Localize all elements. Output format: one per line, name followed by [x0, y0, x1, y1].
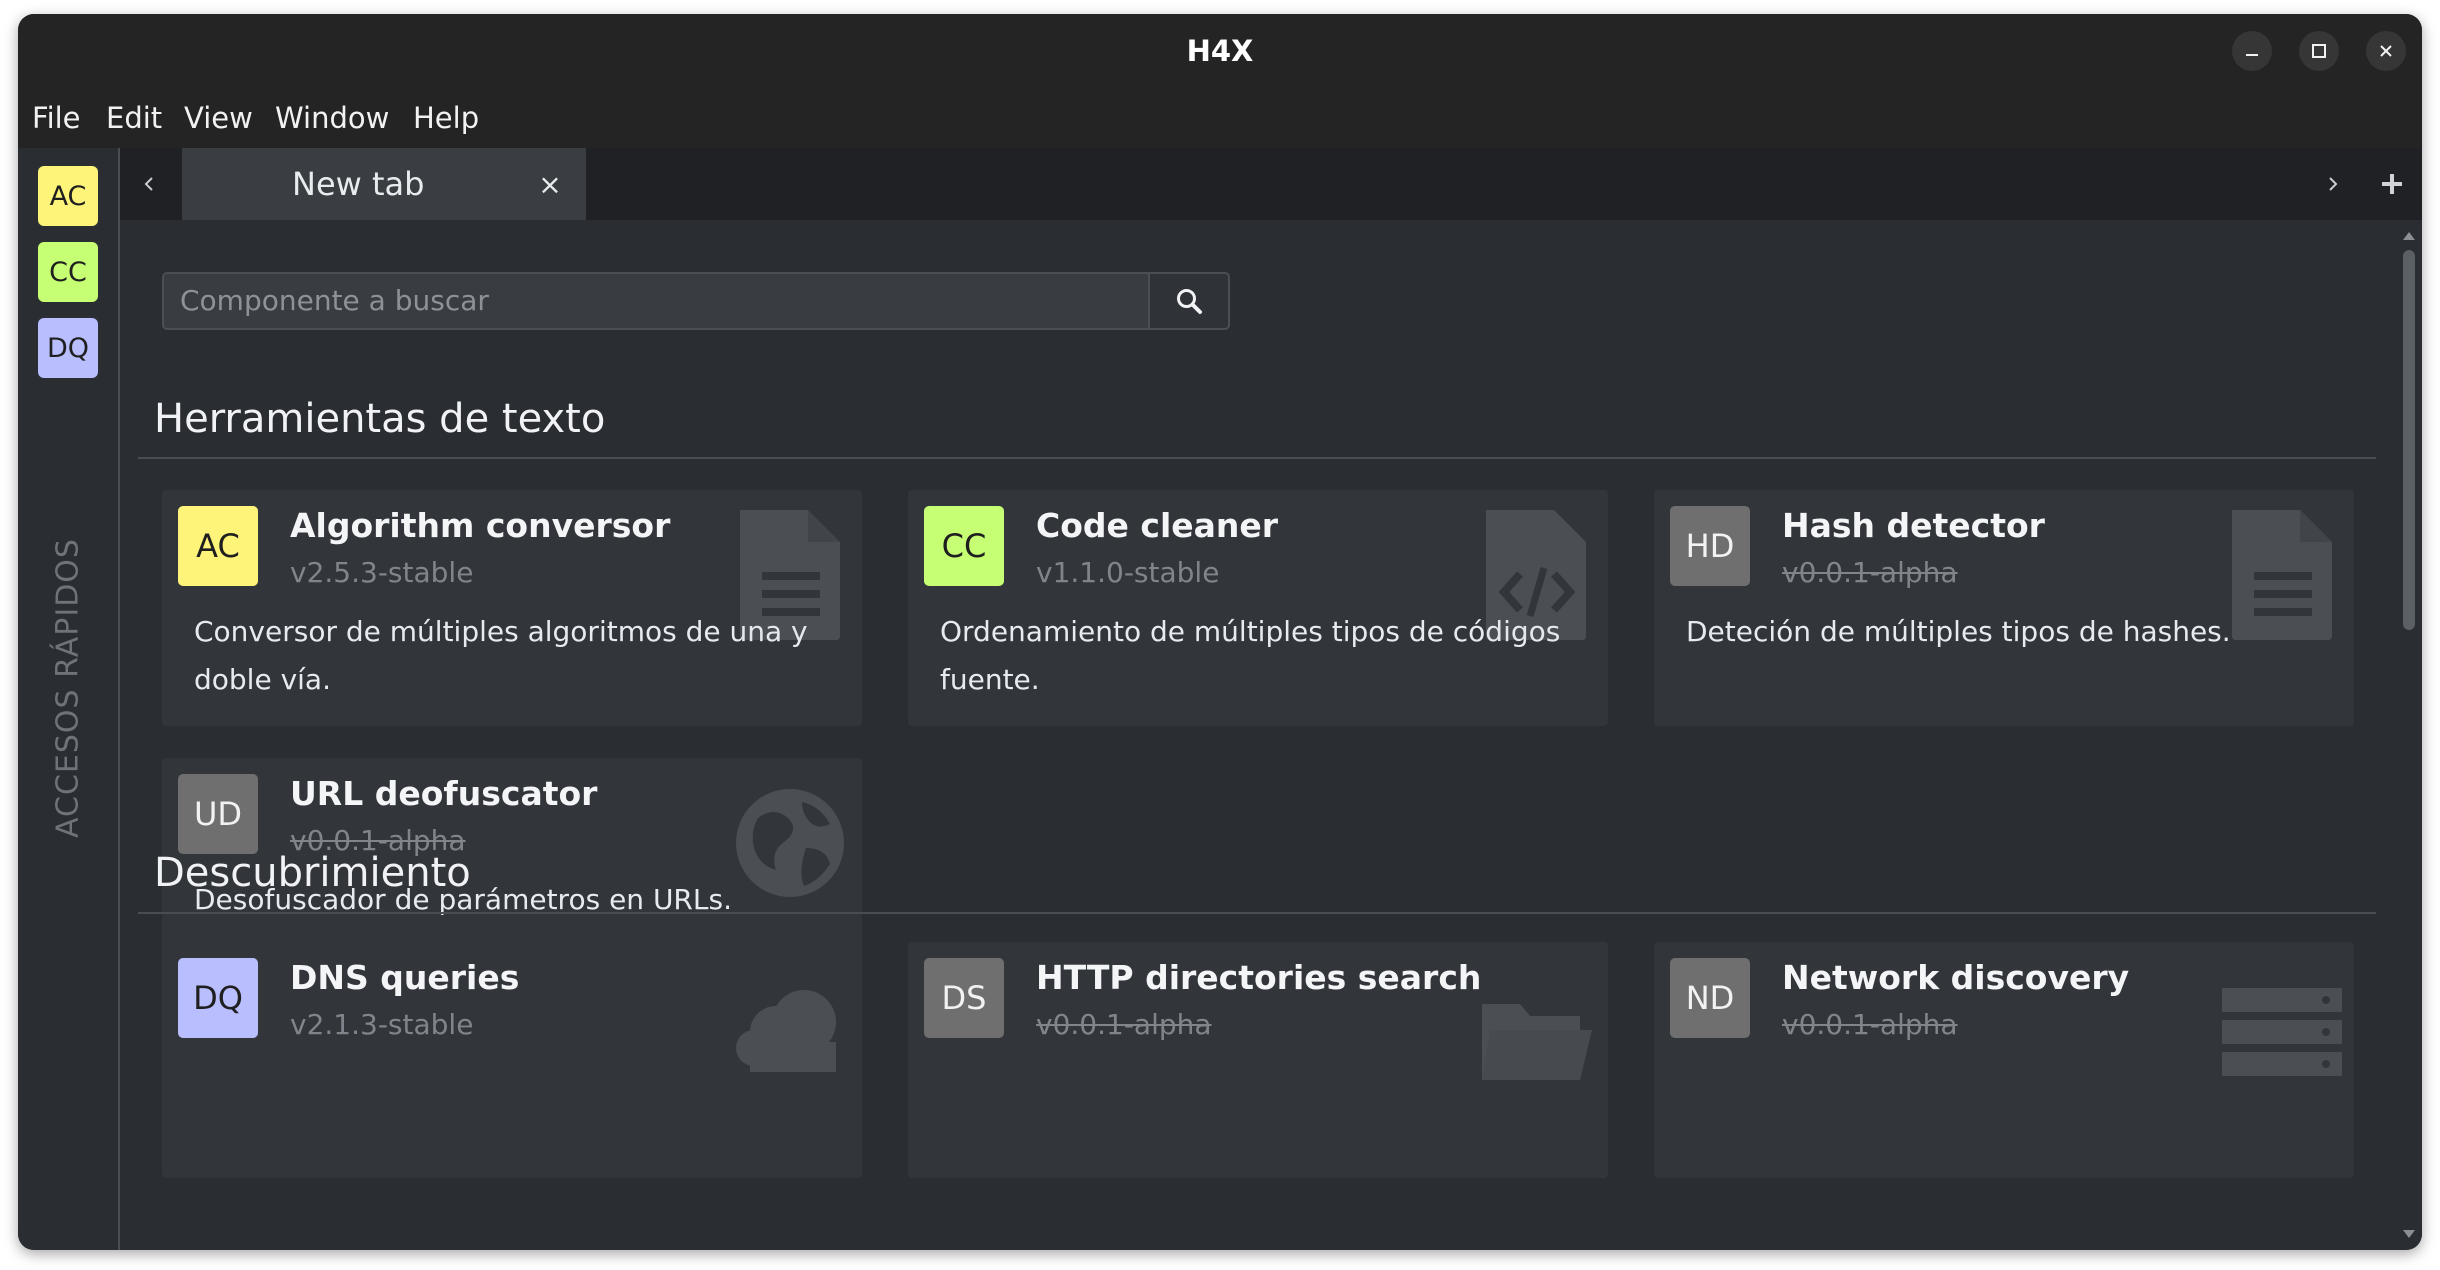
code-file-icon: [1486, 510, 1586, 640]
minimize-button[interactable]: [2232, 31, 2272, 71]
window-title: H4X: [1186, 34, 1254, 68]
card-version: v2.1.3-stable: [290, 1008, 474, 1041]
tab-new[interactable]: New tab ×: [182, 148, 586, 220]
card-badge: DQ: [178, 958, 258, 1038]
card-http-directories-search[interactable]: DS HTTP directories search v0.0.1-alpha: [908, 942, 1608, 1178]
chevron-right-icon: [2329, 177, 2338, 191]
title-bar: H4X: [18, 14, 2422, 88]
quick-access-cc[interactable]: CC: [38, 242, 98, 302]
document-icon: [740, 510, 840, 640]
maximize-button[interactable]: [2299, 31, 2339, 71]
card-badge: UD: [178, 774, 258, 854]
card-title: Hash detector: [1782, 506, 2045, 545]
search-input[interactable]: Componente a buscar: [162, 272, 1150, 330]
quick-access-ac[interactable]: AC: [38, 166, 98, 226]
menu-window[interactable]: Window: [275, 88, 389, 148]
tab-label: New tab: [292, 165, 425, 203]
section-title-discovery: Descubrimiento: [154, 850, 471, 896]
app-window: H4X File Edit View Window Help AC CC DQ …: [18, 14, 2422, 1250]
menu-help[interactable]: Help: [413, 88, 479, 148]
scrollbar-track: [2403, 232, 2415, 1238]
card-version: v0.0.1-alpha: [1782, 556, 1958, 589]
card-algorithm-conversor[interactable]: AC Algorithm conversor v2.5.3-stable Con…: [162, 490, 862, 726]
cloud-icon: [736, 990, 836, 1072]
tab-scroll-right-button[interactable]: [2302, 148, 2362, 220]
card-version: v2.5.3-stable: [290, 556, 474, 589]
card-title: Network discovery: [1782, 958, 2130, 997]
menu-view[interactable]: View: [184, 88, 253, 148]
card-code-cleaner[interactable]: CC Code cleaner v1.1.0-stable Ordenamien…: [908, 490, 1608, 726]
tab-close-button[interactable]: ×: [532, 166, 568, 202]
card-dns-queries[interactable]: DQ DNS queries v2.1.3-stable: [162, 942, 862, 1178]
card-title: Code cleaner: [1036, 506, 1279, 545]
tab-scroll-left-button[interactable]: [120, 148, 180, 220]
section-divider: [138, 912, 2376, 914]
quick-access-dq[interactable]: DQ: [38, 318, 98, 378]
main-content: Componente a buscar Herramientas de text…: [120, 220, 2394, 1250]
card-title: Algorithm conversor: [290, 506, 671, 545]
card-badge: DS: [924, 958, 1004, 1038]
minimize-icon: [2246, 54, 2258, 56]
server-icon: [2222, 988, 2342, 1076]
search-button[interactable]: [1148, 272, 1230, 330]
card-title: URL deofuscator: [290, 774, 598, 813]
menu-file[interactable]: File: [32, 88, 81, 148]
search-icon: [1177, 289, 1202, 314]
card-badge: AC: [178, 506, 258, 586]
section-divider: [138, 457, 2376, 459]
close-icon: [2380, 45, 2392, 57]
tab-close-icon: ×: [538, 167, 562, 201]
card-version: v1.1.0-stable: [1036, 556, 1220, 589]
quick-access-label: ACCESOS RÁPIDOS: [50, 538, 86, 838]
globe-icon: [736, 789, 844, 897]
maximize-icon: [2312, 44, 2326, 58]
card-badge: HD: [1670, 506, 1750, 586]
quick-access-sidebar: AC CC DQ ACCESOS RÁPIDOS: [18, 148, 120, 1250]
card-hash-detector[interactable]: HD Hash detector v0.0.1-alpha Deteción d…: [1654, 490, 2354, 726]
add-tab-button[interactable]: [2362, 148, 2422, 220]
menu-bar: File Edit View Window Help: [18, 88, 2422, 148]
chevron-left-icon: [144, 177, 153, 191]
card-version: v0.0.1-alpha: [1782, 1008, 1958, 1041]
card-badge: CC: [924, 506, 1004, 586]
folder-icon: [1482, 1004, 1592, 1080]
section-title-text-tools: Herramientas de texto: [154, 396, 606, 442]
close-window-button[interactable]: [2366, 31, 2406, 71]
document-icon: [2232, 510, 2332, 640]
scrollbar-thumb[interactable]: [2403, 250, 2415, 630]
card-badge: ND: [1670, 958, 1750, 1038]
vertical-scrollbar[interactable]: [2396, 220, 2422, 1250]
card-version: v0.0.1-alpha: [1036, 1008, 1212, 1041]
card-title: DNS queries: [290, 958, 520, 997]
tab-bar: New tab ×: [120, 148, 2422, 220]
menu-edit[interactable]: Edit: [106, 88, 162, 148]
card-network-discovery[interactable]: ND Network discovery v0.0.1-alpha: [1654, 942, 2354, 1178]
plus-icon: [2382, 174, 2402, 194]
card-title: HTTP directories search: [1036, 958, 1482, 997]
